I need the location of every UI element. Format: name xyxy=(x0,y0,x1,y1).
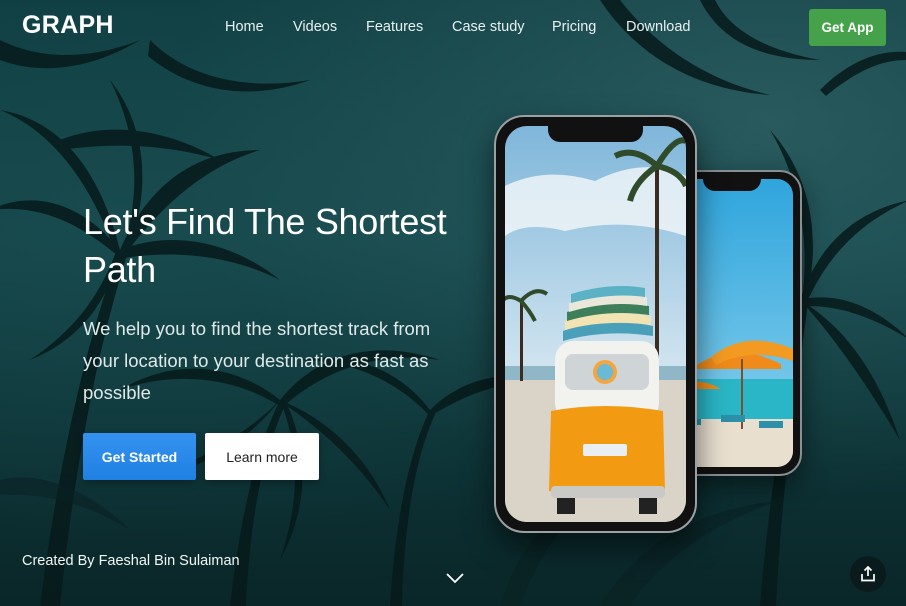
learn-more-button[interactable]: Learn more xyxy=(205,433,319,480)
get-app-button[interactable]: Get App xyxy=(809,9,886,46)
nav-download[interactable]: Download xyxy=(626,19,691,35)
nav-features[interactable]: Features xyxy=(366,19,423,35)
author-credit: Created By Faeshal Bin Sulaiman xyxy=(22,553,240,569)
phone-back-notch xyxy=(703,179,761,191)
chevron-down-icon[interactable] xyxy=(446,572,464,584)
share-icon xyxy=(861,566,875,582)
phone-front-screen xyxy=(505,126,686,522)
phone-mockup-front xyxy=(494,115,697,533)
orange-van-image xyxy=(505,126,686,522)
hero-section: GRAPH Home Videos Features Case study Pr… xyxy=(0,0,906,606)
nav-home[interactable]: Home xyxy=(225,19,264,35)
nav-pricing[interactable]: Pricing xyxy=(552,19,596,35)
nav-case-study[interactable]: Case study xyxy=(452,19,525,35)
phone-front-notch xyxy=(548,126,643,142)
hero-title: Let's Find The Shortest Path xyxy=(83,201,447,290)
nav-videos[interactable]: Videos xyxy=(293,19,337,35)
hero-subtitle: We help you to find the shortest track f… xyxy=(83,318,431,403)
share-button[interactable] xyxy=(850,556,886,592)
main-nav: Home Videos Features Case study Pricing … xyxy=(0,19,906,39)
get-started-button[interactable]: Get Started xyxy=(83,433,196,480)
